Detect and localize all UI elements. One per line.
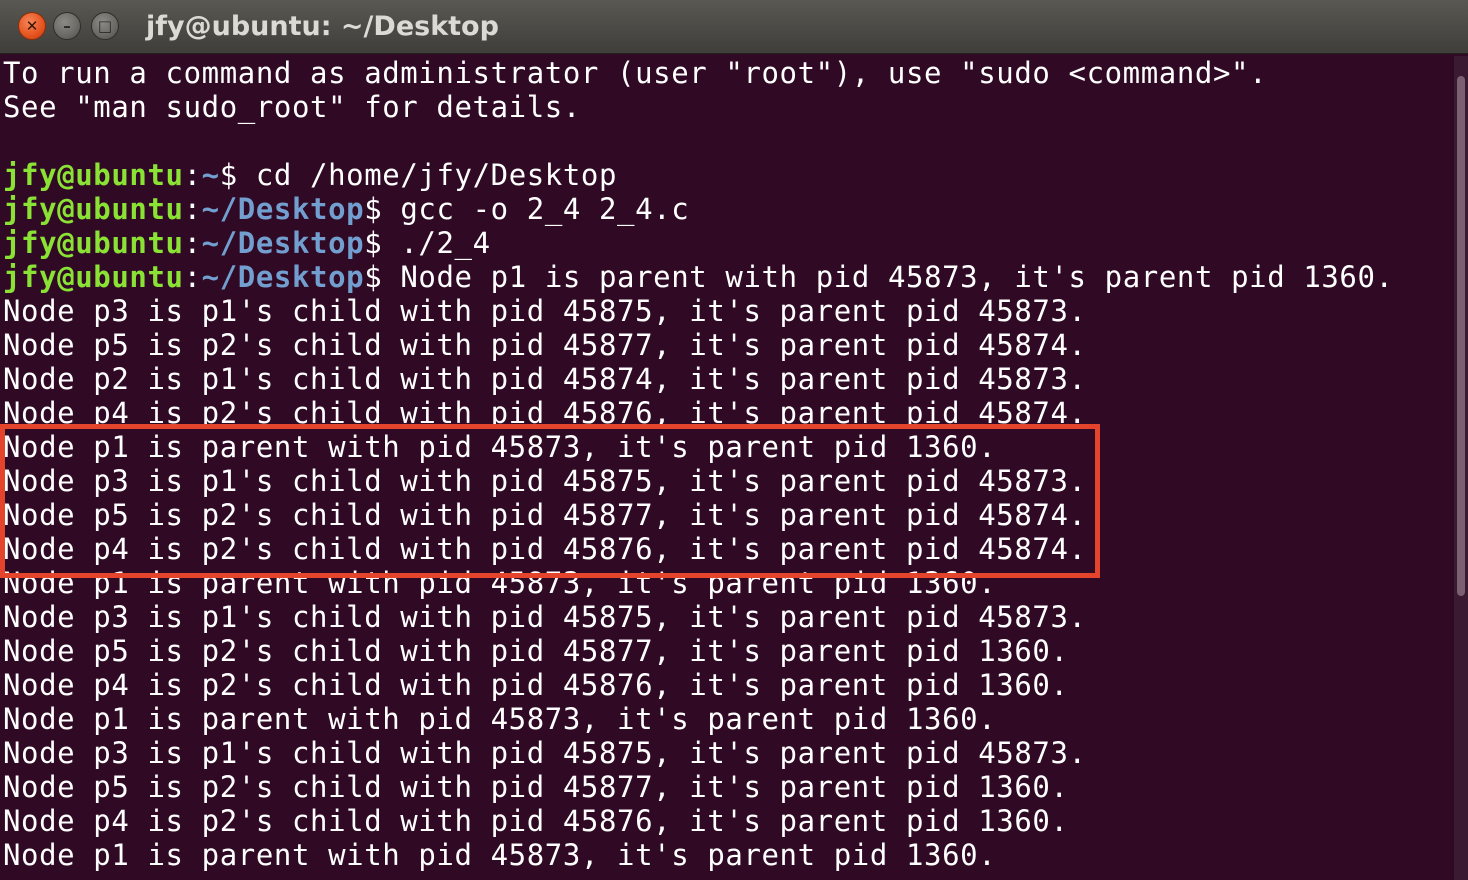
title-bar[interactable]: ✕ – □ jfy@ubuntu: ~/Desktop	[0, 0, 1468, 54]
prompt-path: ~/Desktop	[201, 226, 365, 260]
output-line: Node p2 is p1's child with pid 45874, it…	[3, 362, 1087, 396]
output-line: Node p4 is p2's child with pid 45876, it…	[3, 804, 1069, 838]
scrollbar-thumb[interactable]	[1457, 76, 1465, 596]
output-line: Node p3 is p1's child with pid 45875, it…	[3, 294, 1087, 328]
terminal-window: ✕ – □ jfy@ubuntu: ~/Desktop To run a com…	[0, 0, 1468, 880]
prompt-user: jfy@ubuntu	[3, 226, 184, 260]
prompt-separator: :	[183, 260, 202, 294]
prompt-separator: :	[183, 226, 202, 260]
minimize-button[interactable]: –	[53, 12, 81, 40]
prompt-path: ~/Desktop	[201, 260, 365, 294]
prompt-dollar: $	[364, 226, 383, 260]
prompt-user: jfy@ubuntu	[3, 260, 184, 294]
command-text: cd /home/jfy/Desktop	[237, 158, 618, 192]
output-line: Node p1 is parent with pid 45873, it's p…	[3, 838, 997, 872]
close-icon: ✕	[25, 16, 39, 35]
prompt-user: jfy@ubuntu	[3, 158, 184, 192]
output-line: Node p5 is p2's child with pid 45877, it…	[3, 770, 1069, 804]
command-text: ./2_4	[382, 226, 491, 260]
maximize-icon: □	[97, 16, 113, 35]
output-line: Node p3 is p1's child with pid 45875, it…	[3, 600, 1087, 634]
output-line: Node p5 is p2's child with pid 45877, it…	[3, 634, 1069, 668]
prompt-separator: :	[183, 158, 202, 192]
command-line: jfy@ubuntu:~$ cd /home/jfy/Desktop	[3, 158, 617, 192]
output-line: Node p5 is p2's child with pid 45877, it…	[3, 328, 1087, 362]
prompt-user: jfy@ubuntu	[3, 192, 184, 226]
command-line: jfy@ubuntu:~/Desktop$ ./2_4	[3, 226, 491, 260]
vertical-scrollbar[interactable]	[1454, 56, 1468, 880]
motd-line: See "man sudo_root" for details.	[3, 90, 581, 124]
prompt-path: ~/Desktop	[201, 192, 365, 226]
minimize-icon: –	[63, 16, 71, 35]
motd-line: To run a command as administrator (user …	[3, 56, 1268, 90]
highlight-annotation-box	[0, 424, 1100, 578]
command-line: jfy@ubuntu:~/Desktop$ Node p1 is parent …	[3, 260, 1394, 294]
close-button[interactable]: ✕	[18, 12, 46, 40]
prompt-dollar: $	[364, 192, 383, 226]
output-line: Node p4 is p2's child with pid 45876, it…	[3, 668, 1069, 702]
prompt-path: ~	[201, 158, 220, 192]
prompt-dollar: $	[219, 158, 238, 192]
prompt-dollar: $	[364, 260, 383, 294]
window-title: jfy@ubuntu: ~/Desktop	[146, 11, 499, 42]
command-text: gcc -o 2_4 2_4.c	[382, 192, 690, 226]
command-text: Node p1 is parent with pid 45873, it's p…	[382, 260, 1394, 294]
prompt-separator: :	[183, 192, 202, 226]
maximize-button[interactable]: □	[91, 12, 119, 40]
command-line: jfy@ubuntu:~/Desktop$ gcc -o 2_4 2_4.c	[3, 192, 689, 226]
output-line: Node p1 is parent with pid 45873, it's p…	[3, 702, 997, 736]
output-line: Node p3 is p1's child with pid 45875, it…	[3, 736, 1087, 770]
